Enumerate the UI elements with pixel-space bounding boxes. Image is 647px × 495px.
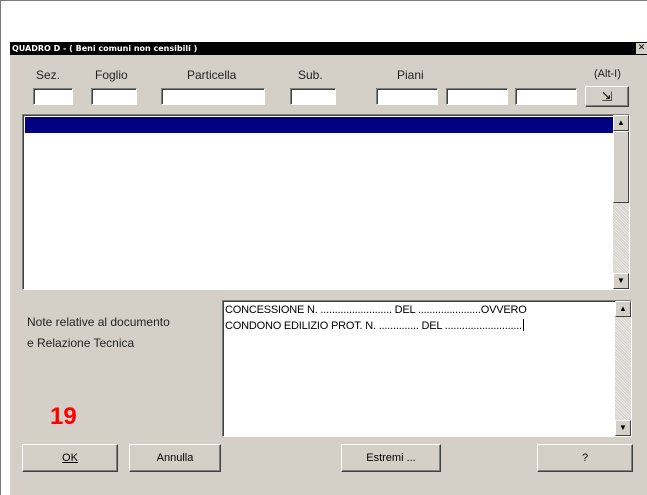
label-foglio: Foglio bbox=[95, 68, 128, 82]
selected-row[interactable] bbox=[25, 117, 614, 133]
text-caret bbox=[522, 319, 524, 331]
notes-textarea[interactable]: CONCESSIONE N. .........................… bbox=[222, 300, 632, 437]
scroll-up-icon[interactable]: ▲ bbox=[613, 115, 629, 131]
window-title: QUADRO D - ( Beni comuni non censibili ) bbox=[12, 44, 198, 53]
entries-list[interactable]: ▲ ▼ bbox=[22, 114, 630, 290]
scroll-down-icon[interactable]: ▼ bbox=[613, 273, 629, 289]
piani-field-3[interactable] bbox=[515, 88, 577, 105]
estremi-button-label: Estremi ... bbox=[366, 452, 416, 464]
ok-button-label: OK bbox=[62, 452, 78, 464]
notes-scrollbar[interactable]: ▲ ▼ bbox=[615, 301, 631, 436]
foglio-field[interactable] bbox=[91, 88, 137, 105]
notes-text-line2-wrap: CONDONO EDILIZIO PROT. N. ..............… bbox=[225, 319, 524, 332]
label-alt-i: (Alt-I) bbox=[594, 68, 621, 80]
notes-label-line1: Note relative al documento bbox=[27, 315, 170, 329]
notes-scroll-up-icon[interactable]: ▲ bbox=[615, 301, 631, 317]
close-icon[interactable]: ✕ bbox=[636, 43, 647, 54]
scroll-thumb[interactable] bbox=[613, 131, 629, 203]
piani-field-1[interactable] bbox=[376, 88, 438, 105]
notes-scroll-down-icon[interactable]: ▼ bbox=[615, 420, 631, 436]
annulla-button[interactable]: Annulla bbox=[129, 444, 221, 472]
title-bar: QUADRO D - ( Beni comuni non censibili )… bbox=[10, 42, 647, 55]
list-scrollbar[interactable]: ▲ ▼ bbox=[613, 115, 629, 289]
particella-field[interactable] bbox=[161, 88, 265, 105]
sub-field[interactable] bbox=[290, 88, 336, 105]
notes-text-line1: CONCESSIONE N. .........................… bbox=[225, 304, 527, 316]
label-sub: Sub. bbox=[298, 68, 323, 82]
help-button-label: ? bbox=[581, 452, 589, 464]
insert-arrow-icon: ⇲ bbox=[601, 89, 613, 104]
label-particella: Particella bbox=[187, 68, 237, 82]
notes-label-line2: e Relazione Tecnica bbox=[27, 336, 135, 350]
annotation-number: 19 bbox=[50, 403, 77, 430]
help-button[interactable]: ? bbox=[537, 444, 633, 472]
piani-field-2[interactable] bbox=[446, 88, 508, 105]
notes-text-line2: CONDONO EDILIZIO PROT. N. ..............… bbox=[225, 320, 522, 332]
ok-button[interactable]: OK bbox=[22, 444, 118, 472]
quadro-d-dialog: QUADRO D - ( Beni comuni non censibili )… bbox=[10, 42, 647, 495]
label-piani: Piani bbox=[397, 68, 424, 82]
estremi-button[interactable]: Estremi ... bbox=[341, 444, 441, 472]
sez-field[interactable] bbox=[33, 88, 73, 105]
insert-button[interactable]: ⇲ bbox=[585, 86, 629, 107]
label-sez: Sez. bbox=[36, 68, 61, 82]
annulla-button-label: Annulla bbox=[156, 452, 194, 464]
